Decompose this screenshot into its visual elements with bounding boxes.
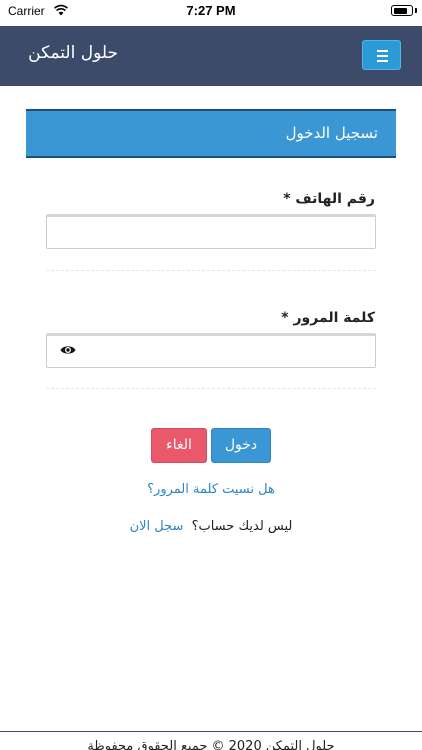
- footer-copyright: حلول التمكن 2020 © جميع الحقوق محفوظة: [87, 739, 335, 750]
- status-time: 7:27 PM: [186, 3, 236, 18]
- password-input[interactable]: [46, 333, 376, 368]
- page-title: تسجيل الدخول: [285, 124, 378, 142]
- forgot-password-link[interactable]: هل نسيت كلمة المرور؟: [0, 482, 422, 497]
- form-divider: [46, 388, 376, 389]
- footer-divider: [0, 731, 422, 732]
- battery-fill: [393, 7, 408, 14]
- hamburger-menu-icon-bar: [377, 60, 388, 62]
- top-navbar: حلول التمكن: [0, 26, 422, 86]
- password-label: كلمة المرور *: [281, 310, 375, 326]
- brand-title[interactable]: حلول التمكن: [28, 43, 118, 63]
- phone-label: رقم الهاتف *: [283, 191, 375, 207]
- menu-toggle-button[interactable]: [362, 40, 401, 70]
- hamburger-menu-icon-bar: [377, 55, 388, 57]
- eye-icon[interactable]: [60, 344, 76, 356]
- battery-icon: [391, 5, 413, 16]
- status-bar: Carrier 7:27 PM: [0, 0, 422, 24]
- battery-nub: [415, 8, 417, 13]
- cancel-button[interactable]: الغاء: [151, 428, 207, 463]
- hamburger-menu-icon-bar: [377, 50, 388, 52]
- login-panel-heading: تسجيل الدخول: [26, 109, 396, 158]
- form-divider: [46, 270, 376, 271]
- phone-input[interactable]: [46, 214, 376, 249]
- register-link[interactable]: سجل الان: [130, 519, 184, 534]
- login-button[interactable]: دخول: [211, 428, 271, 463]
- no-account-text: ليس لديك حساب؟: [191, 519, 293, 534]
- register-row: ليس لديك حساب؟ سجل الان: [0, 519, 422, 534]
